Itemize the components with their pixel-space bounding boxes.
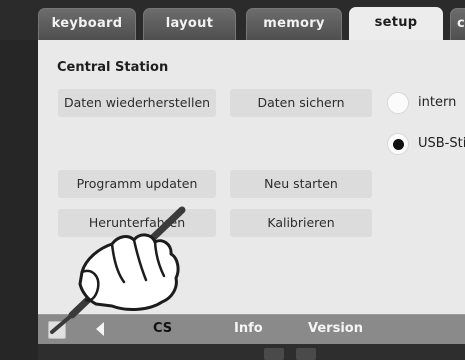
radio-selected-dot [393, 139, 404, 150]
backup-data-button[interactable]: Daten sichern [230, 89, 372, 117]
radio-intern-label: intern [418, 95, 457, 110]
setup-panel: Central Station Daten wiederherstellen D… [38, 40, 465, 314]
nav-version[interactable]: Version [308, 321, 363, 336]
central-station-screen: keyboard layout memory setup co Central … [0, 0, 465, 360]
radio-intern[interactable] [387, 92, 409, 114]
calibrate-button[interactable]: Kalibrieren [230, 209, 372, 237]
radio-usb-stick[interactable] [387, 133, 409, 155]
restart-button[interactable]: Neu starten [230, 170, 372, 198]
tab-keyboard[interactable]: keyboard [38, 8, 136, 40]
tab-layout[interactable]: layout [143, 8, 236, 40]
bottom-nav-bar: CS Info Version [38, 314, 465, 344]
tab-co[interactable]: co [450, 8, 465, 40]
radio-usb-label: USB-Sti [418, 136, 465, 151]
tab-bar: keyboard layout memory setup co [0, 0, 465, 41]
back-arrow-icon[interactable] [96, 322, 104, 336]
bottom-strip [38, 344, 465, 360]
checkbox-icon[interactable] [48, 321, 66, 339]
tab-setup[interactable]: setup [349, 7, 443, 41]
update-program-button[interactable]: Programm updaten [58, 170, 216, 198]
scroll-handle-right[interactable] [296, 348, 316, 360]
restore-data-button[interactable]: Daten wiederherstellen [58, 89, 216, 117]
shutdown-button[interactable]: Herunterfahren [58, 209, 216, 237]
nav-cs[interactable]: CS [153, 321, 172, 336]
nav-info[interactable]: Info [234, 321, 263, 336]
scroll-handle-left[interactable] [264, 348, 284, 360]
section-title: Central Station [57, 60, 169, 75]
tab-memory[interactable]: memory [246, 8, 342, 40]
